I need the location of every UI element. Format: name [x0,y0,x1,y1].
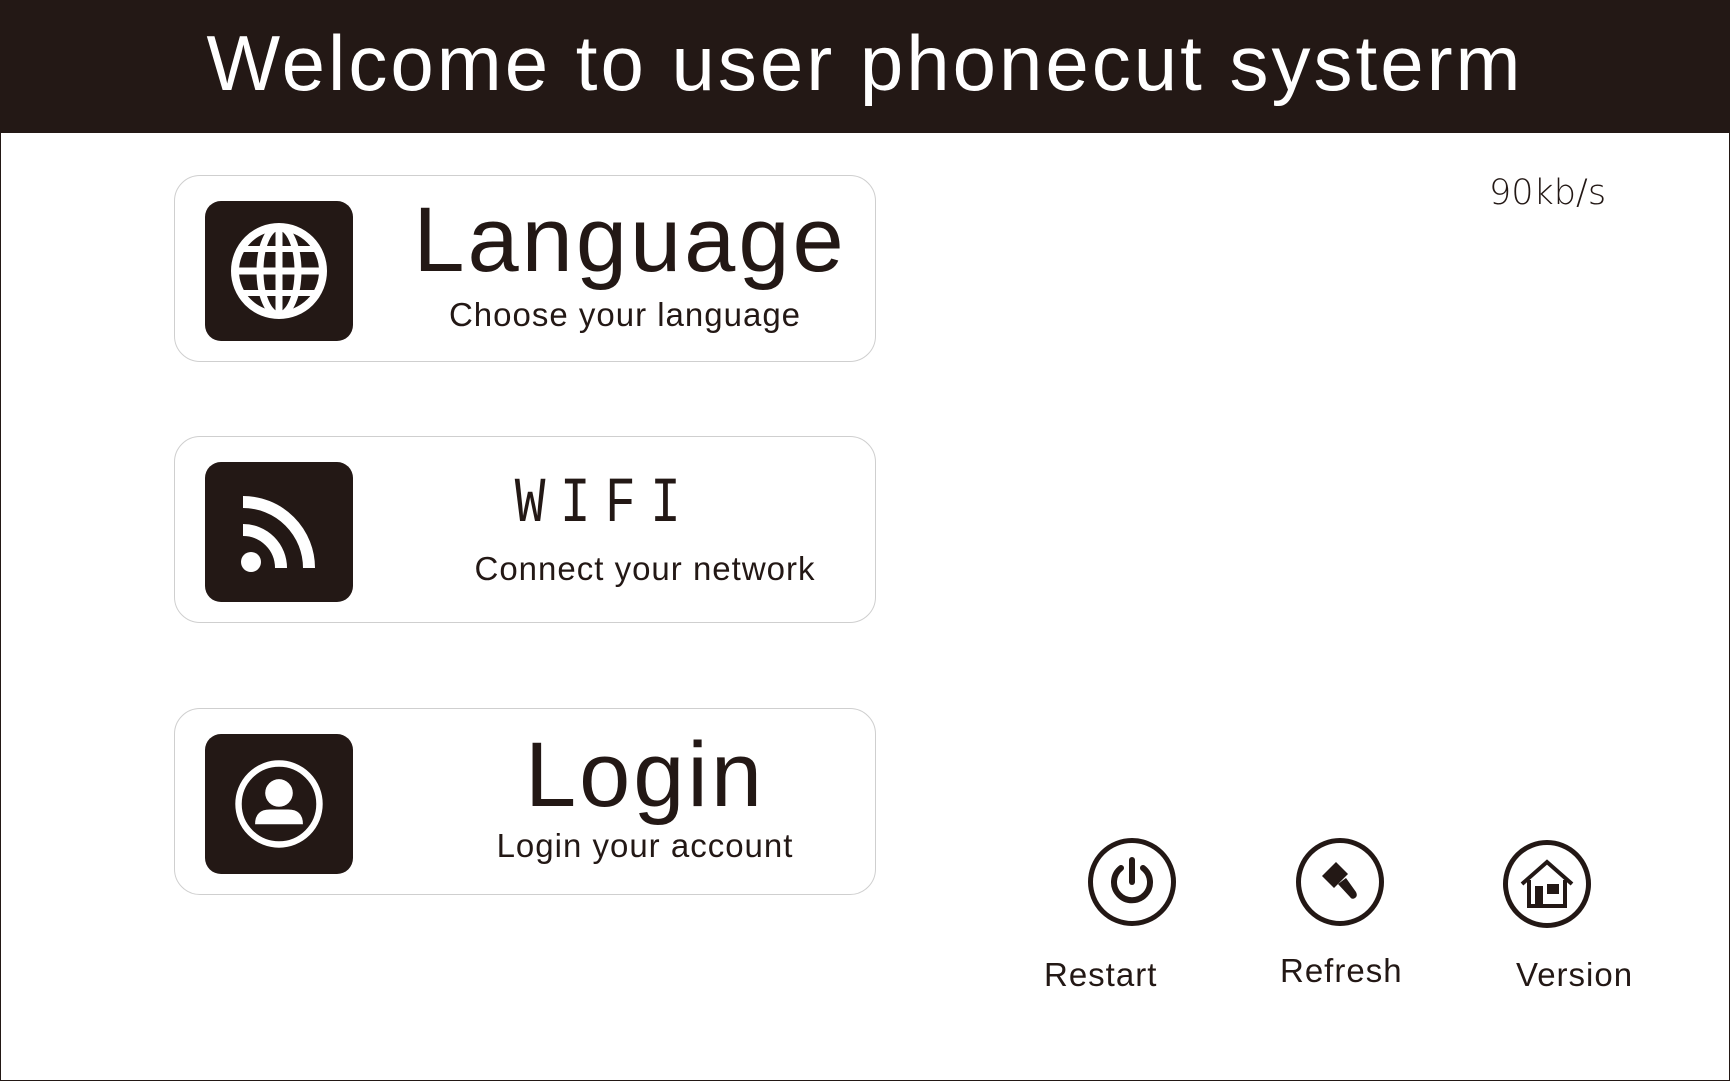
refresh-label: Refresh [1280,952,1403,989]
language-title: Language [413,189,847,291]
login-button[interactable]: Login Login your account [174,708,876,895]
login-text: Login Login your account [375,709,875,894]
home-icon [1503,840,1591,928]
wifi-title: WIFI [514,469,696,541]
wifi-text: WIFI Connect your network [375,437,875,622]
language-button[interactable]: Language Choose your language [174,175,876,362]
power-icon [1088,838,1176,926]
language-subtitle: Choose your language [448,296,802,333]
brush-icon [1296,838,1384,926]
app-window: Welcome to user phonecut systerm Languag… [0,0,1730,1081]
page-title: Welcome to user phonecut systerm [206,19,1524,107]
network-speed: 90kb/s [1489,173,1607,213]
restart-label: Restart [1044,956,1158,993]
globe-icon [205,201,353,341]
wifi-button[interactable]: WIFI Connect your network [174,436,876,623]
login-title: Login [524,724,766,826]
wifi-icon [205,462,353,602]
header-bar: Welcome to user phonecut systerm [1,1,1729,133]
version-label: Version [1516,956,1634,993]
login-subtitle: Login your account [496,827,794,864]
user-icon [205,734,353,874]
wifi-subtitle: Connect your network [474,550,816,587]
language-text: Language Choose your language [375,176,875,361]
